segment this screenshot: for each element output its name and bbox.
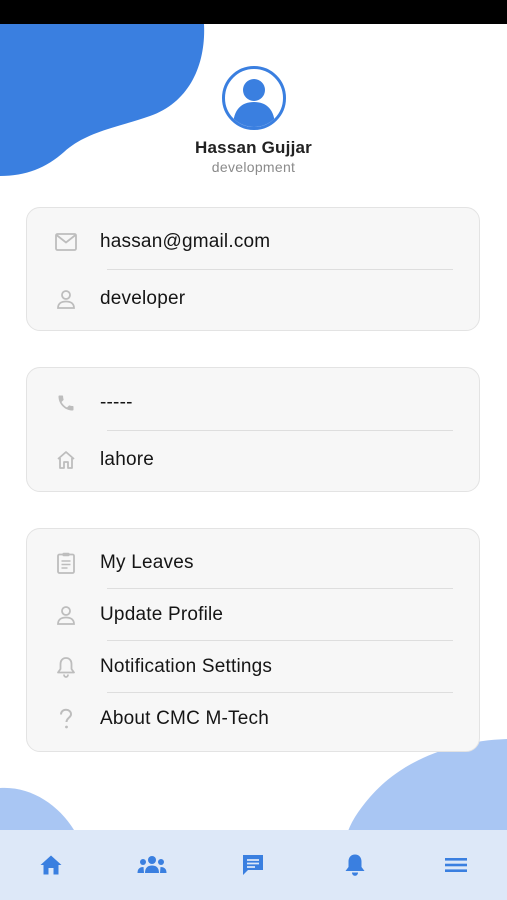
clipboard-icon bbox=[55, 552, 77, 574]
messages-icon bbox=[243, 855, 264, 875]
phone-icon bbox=[55, 392, 77, 414]
nav-team[interactable] bbox=[127, 840, 177, 890]
city-row: lahore bbox=[27, 431, 479, 488]
nav-home[interactable] bbox=[26, 840, 76, 890]
nav-messages[interactable] bbox=[228, 840, 278, 890]
status-bar bbox=[0, 0, 507, 24]
bottom-right-blob bbox=[346, 739, 507, 837]
person-icon bbox=[55, 604, 77, 626]
user-silhouette-icon bbox=[232, 79, 275, 127]
bell-outline-icon bbox=[55, 656, 77, 678]
designation-value: developer bbox=[100, 287, 186, 309]
person-icon bbox=[55, 288, 77, 310]
user-role: development bbox=[211, 159, 296, 175]
menu-item-notification-settings[interactable]: Notification Settings bbox=[27, 641, 479, 693]
question-mark-icon bbox=[55, 708, 77, 730]
menu-item-label: Update Profile bbox=[100, 604, 224, 625]
team-icon bbox=[137, 856, 167, 873]
bottom-left-blob bbox=[0, 787, 74, 830]
designation-row: developer bbox=[27, 270, 479, 327]
mail-icon bbox=[55, 231, 77, 253]
menu-card: My Leaves Update Profile Notification Se… bbox=[26, 528, 480, 752]
email-value: hassan@gmail.com bbox=[100, 230, 271, 252]
phone-value: ----- bbox=[100, 391, 133, 413]
menu-item-label: My Leaves bbox=[100, 552, 194, 573]
bell-icon bbox=[345, 854, 365, 876]
address-card: ----- lahore bbox=[26, 367, 480, 492]
nav-menu[interactable] bbox=[431, 840, 481, 890]
email-row: hassan@gmail.com bbox=[27, 213, 479, 270]
city-value: lahore bbox=[100, 448, 155, 470]
menu-item-label: About CMC M-Tech bbox=[100, 708, 269, 729]
nav-notifications[interactable] bbox=[330, 840, 380, 890]
menu-icon bbox=[445, 858, 468, 872]
avatar[interactable] bbox=[221, 66, 286, 130]
profile-header: Hassan Gujjar development bbox=[0, 66, 507, 175]
bottom-navigation bbox=[0, 830, 507, 900]
house-icon bbox=[55, 449, 77, 471]
menu-item-about[interactable]: About CMC M-Tech bbox=[27, 693, 479, 745]
menu-item-update-profile[interactable]: Update Profile bbox=[27, 589, 479, 641]
menu-item-label: Notification Settings bbox=[100, 656, 273, 677]
phone-row: ----- bbox=[27, 374, 479, 431]
home-icon bbox=[40, 855, 62, 875]
user-name: Hassan Gujjar bbox=[195, 138, 312, 157]
menu-item-my-leaves[interactable]: My Leaves bbox=[27, 537, 479, 589]
contact-card: hassan@gmail.com developer bbox=[26, 207, 480, 331]
